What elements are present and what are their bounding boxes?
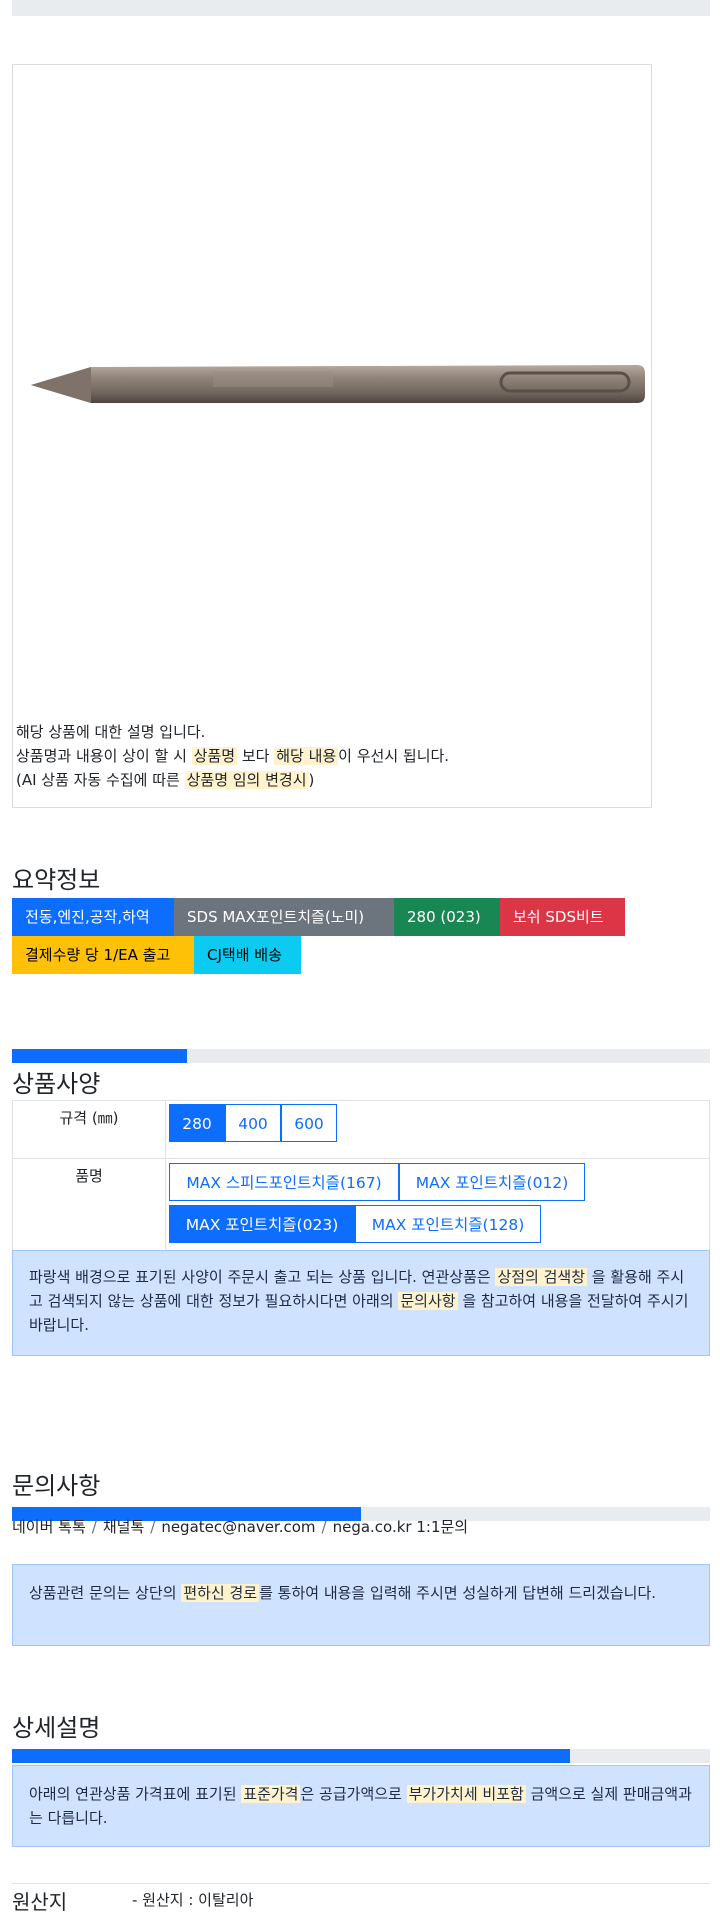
contact-naver-talk[interactable]: 네이버 톡톡 [12,1518,86,1536]
badge-brand: 보쉬 SDS비트 [500,898,625,936]
badge-quantity: 결제수량 당 1/EA 출고 [12,936,194,974]
text: 보다 [237,747,275,765]
text: 이 우선시 됩니다. [338,747,450,765]
text: 아래의 연관상품 가격표에 표기된 [29,1785,242,1803]
highlight-product-name: 상품명 [191,747,238,765]
text: 상품명과 내용이 상이 할 시 [16,747,192,765]
inquiry-notice: 상품관련 문의는 상단의 편하신 경로 를 통하여 내용을 입력해 주시면 성실하… [12,1564,710,1646]
separator: / [91,1518,97,1536]
highlight-standard-price: 표준가격 [241,1785,301,1803]
separator: / [150,1518,156,1536]
option-name-167[interactable]: MAX 스피드포인트치즐(167) [169,1163,399,1201]
spec-row-name: 품명 MAX 스피드포인트치즐(167) MAX 포인트치즐(012) MAX … [12,1158,710,1259]
description-line-3: (AI 상품 자동 수집에 따른 상품명 임의 변경시) [16,768,449,792]
badge-product-type: SDS MAX포인트치즐(노미) [174,898,394,936]
spec-options-name: MAX 스피드포인트치즐(167) MAX 포인트치즐(012) MAX 포인트… [165,1158,710,1259]
detail-notice: 아래의 연관상품 가격표에 표기된 표준가격 은 공급가액으로 부가가치세 비포함… [12,1765,710,1847]
summary-title: 요약정보 [12,866,101,894]
inquiry-title: 문의사항 [12,1472,101,1500]
contact-website[interactable]: nega.co.kr 1:1문의 [333,1518,469,1536]
badge-spec: 280 (023) [394,898,500,936]
spec-options-size: 280 400 600 [165,1100,710,1159]
specs-title: 상품사양 [12,1070,101,1098]
option-size-600[interactable]: 600 [281,1104,337,1142]
spec-row-size: 규격 (㎜) 280 400 600 [12,1100,710,1159]
badge-category: 전동,엔진,공작,하역 [12,898,174,936]
product-description: 해당 상품에 대한 설명 입니다. 상품명과 내용이 상이 할 시 상품명 보다… [16,720,449,792]
detail-progress-bar [12,1749,710,1763]
contact-channel-talk[interactable]: 채널톡 [103,1518,144,1536]
highlight-search: 상점의 검색창 [495,1268,588,1286]
highlight-name-change: 상품명 임의 변경시 [184,771,309,789]
highlight-route: 편하신 경로 [181,1584,260,1602]
highlight-content: 해당 내용 [274,747,339,765]
option-name-012[interactable]: MAX 포인트치즐(012) [399,1163,585,1201]
top-divider-bar [12,0,710,16]
description-line-2: 상품명과 내용이 상이 할 시 상품명 보다 해당 내용 이 우선시 됩니다. [16,744,449,768]
option-size-400[interactable]: 400 [225,1104,281,1142]
option-name-023[interactable]: MAX 포인트치즐(023) [169,1205,355,1243]
text: ) [308,771,315,789]
detail-progress-fill [12,1749,571,1763]
specs-progress-bar [12,1049,710,1063]
separator: / [321,1518,327,1536]
text: 상품관련 문의는 상단의 [29,1584,182,1602]
text: (AI 상품 자동 수집에 따른 [16,771,185,789]
option-size-280[interactable]: 280 [169,1104,225,1142]
specs-table: 규격 (㎜) 280 400 600 품명 MAX 스피드포인트치즐(167) … [12,1100,710,1259]
badge-shipping: CJ택배 배송 [194,936,301,974]
origin-divider [12,1883,710,1884]
description-line-1: 해당 상품에 대한 설명 입니다. [16,723,206,741]
highlight-vat-excluded: 부가가치세 비포함 [406,1785,526,1803]
origin-value: - 원산지 : 이탈리아 [132,1891,254,1909]
option-name-128[interactable]: MAX 포인트치즐(128) [355,1205,541,1243]
text: 파랑색 배경으로 표기된 사양이 주문시 출고 되는 상품 입니다. 연관상품은 [29,1268,496,1286]
spec-label-name: 품명 [12,1158,166,1259]
contact-email[interactable]: negatec@naver.com [161,1518,315,1536]
highlight-inquiry: 문의사항 [398,1292,458,1310]
product-image [31,365,645,403]
specs-notice: 파랑색 배경으로 표기된 사양이 주문시 출고 되는 상품 입니다. 연관상품은… [12,1250,710,1356]
text: 를 통하여 내용을 입력해 주시면 성실하게 답변해 드리겠습니다. [259,1584,657,1602]
origin-label: 원산지 [12,1890,68,1914]
specs-progress-fill [12,1049,187,1063]
product-image-panel [12,64,652,808]
detail-title: 상세설명 [12,1714,101,1742]
contact-links: 네이버 톡톡 / 채널톡 / negatec@naver.com / nega.co.kr … [12,1516,468,1537]
text: 은 공급가액으로 [300,1785,407,1803]
spec-label-size: 규격 (㎜) [12,1100,166,1159]
